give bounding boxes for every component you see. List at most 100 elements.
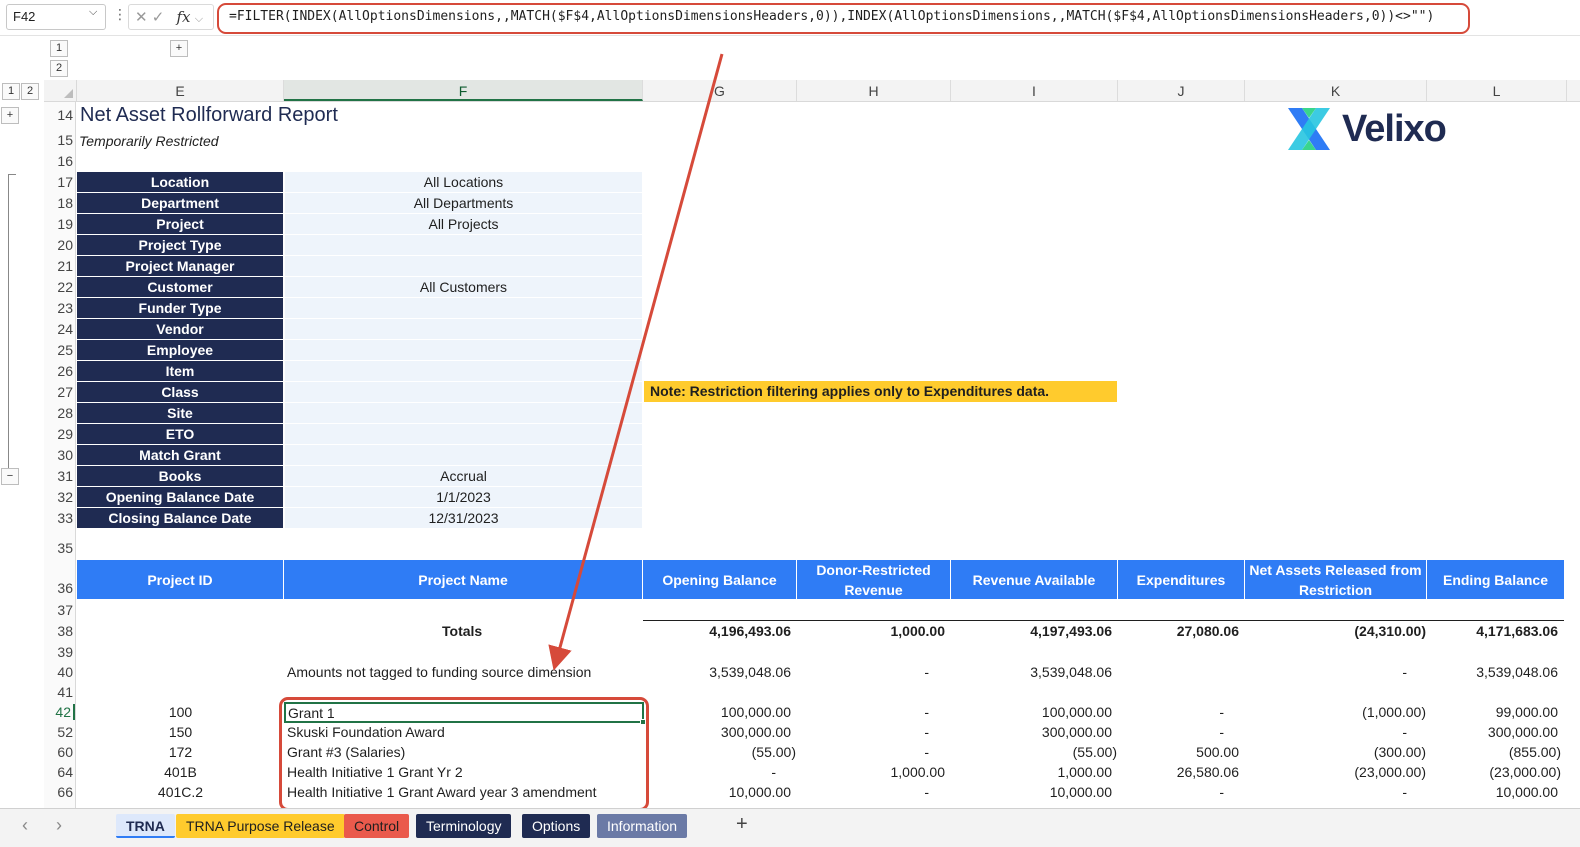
- row-header[interactable]: 41: [44, 684, 75, 700]
- project-id-cell[interactable]: 100: [77, 704, 284, 720]
- sheet-tab-trna[interactable]: TRNA: [116, 814, 175, 838]
- donor-restricted-cell[interactable]: -: [797, 784, 929, 800]
- project-id-cell[interactable]: 401B: [77, 764, 284, 780]
- row-header[interactable]: 66: [44, 784, 75, 800]
- insert-function-icon[interactable]: fx: [177, 8, 191, 26]
- ending-balance-cell[interactable]: 10,000.00: [1427, 784, 1558, 800]
- row-outline-level-2[interactable]: 2: [21, 83, 39, 100]
- row-header[interactable]: 39: [44, 644, 75, 660]
- ending-balance-cell[interactable]: (855.00): [1427, 744, 1561, 760]
- row-header[interactable]: 64: [44, 764, 75, 780]
- column-expand-button[interactable]: +: [170, 40, 188, 57]
- ending-balance-cell[interactable]: 99,000.00: [1427, 704, 1558, 720]
- project-id-cell[interactable]: 150: [77, 724, 284, 740]
- row-header[interactable]: 29: [44, 426, 75, 442]
- chevron-down-icon[interactable]: ⌵: [195, 13, 203, 25]
- opening-balance-cell[interactable]: 100,000.00: [643, 704, 791, 720]
- totals-ending-balance[interactable]: 4,171,683.06: [1427, 623, 1558, 639]
- select-all-corner[interactable]: [44, 80, 77, 102]
- row-header[interactable]: 15: [44, 132, 75, 148]
- row-header[interactable]: 32: [44, 489, 75, 505]
- totals-donor-restricted[interactable]: 1,000.00: [797, 623, 946, 639]
- expenditures-cell[interactable]: 500.00: [1118, 744, 1239, 760]
- row-header[interactable]: 25: [44, 342, 75, 358]
- row-header[interactable]: 26: [44, 363, 75, 379]
- row-header[interactable]: 33: [44, 510, 75, 526]
- sheet-tab-options[interactable]: Options: [522, 814, 591, 838]
- opening-balance-cell[interactable]: (55.00): [643, 744, 796, 760]
- totals-expenditures[interactable]: 27,080.06: [1118, 623, 1239, 639]
- project-id-cell[interactable]: 172: [77, 744, 284, 760]
- donor-restricted-cell[interactable]: -: [797, 744, 929, 760]
- row-header[interactable]: 52: [44, 724, 75, 740]
- column-header-e[interactable]: E: [77, 80, 284, 101]
- row-header[interactable]: 35: [44, 540, 75, 556]
- sheet-tab-information[interactable]: Information: [597, 814, 688, 838]
- ending-balance-cell[interactable]: (23,000.00): [1427, 764, 1561, 780]
- column-header-j[interactable]: J: [1118, 80, 1245, 101]
- donor-restricted-cell[interactable]: -: [797, 724, 929, 740]
- released-cell[interactable]: -: [1245, 784, 1407, 800]
- column-outline-level-2[interactable]: 2: [50, 60, 68, 77]
- donor-restricted-cell[interactable]: -: [797, 704, 929, 720]
- revenue-available-cell[interactable]: 1,000.00: [951, 764, 1113, 780]
- expenditures-cell[interactable]: -: [1118, 724, 1224, 740]
- row-header[interactable]: 60: [44, 744, 75, 760]
- untagged-revenue-available[interactable]: 3,539,048.06: [951, 664, 1112, 680]
- row-header[interactable]: 14: [44, 107, 75, 123]
- untagged-donor-restricted[interactable]: -: [797, 664, 929, 680]
- tab-prev-button[interactable]: ‹: [22, 815, 28, 836]
- cancel-icon[interactable]: ✕: [135, 9, 148, 26]
- row-header[interactable]: 17: [44, 174, 75, 190]
- column-outline-level-1[interactable]: 1: [50, 40, 68, 57]
- opening-balance-cell[interactable]: 300,000.00: [643, 724, 791, 740]
- row-header[interactable]: 24: [44, 321, 75, 337]
- sheet-tab-terminology[interactable]: Terminology: [416, 814, 512, 838]
- expenditures-cell[interactable]: -: [1118, 784, 1224, 800]
- row-header[interactable]: 16: [44, 153, 75, 169]
- untagged-released[interactable]: -: [1245, 664, 1407, 680]
- expenditures-cell[interactable]: 26,580.06: [1118, 764, 1239, 780]
- row-header[interactable]: 31: [44, 468, 75, 484]
- confirm-icon[interactable]: ✓: [152, 9, 165, 26]
- row-header[interactable]: 21: [44, 258, 75, 274]
- row-header[interactable]: 23: [44, 300, 75, 316]
- released-cell[interactable]: -: [1245, 724, 1407, 740]
- tab-next-button[interactable]: ›: [56, 815, 62, 836]
- row-header[interactable]: 30: [44, 447, 75, 463]
- totals-revenue-available[interactable]: 4,197,493.06: [951, 623, 1112, 639]
- opening-balance-cell[interactable]: 10,000.00: [643, 784, 791, 800]
- expenditures-cell[interactable]: -: [1118, 704, 1224, 720]
- row-expand-button[interactable]: +: [1, 107, 19, 124]
- formula-input[interactable]: =FILTER(INDEX(AllOptionsDimensions,,MATC…: [217, 3, 1470, 34]
- totals-released[interactable]: (24,310.00): [1245, 623, 1426, 639]
- row-header[interactable]: 40: [44, 664, 75, 680]
- more-options-icon[interactable]: ⋮: [113, 6, 127, 23]
- column-header-k[interactable]: K: [1245, 80, 1427, 101]
- revenue-available-cell[interactable]: 300,000.00: [951, 724, 1112, 740]
- released-cell[interactable]: (23,000.00): [1245, 764, 1426, 780]
- row-header[interactable]: 20: [44, 237, 75, 253]
- row-header[interactable]: 22: [44, 279, 75, 295]
- row-header[interactable]: 19: [44, 216, 75, 232]
- row-header[interactable]: 27: [44, 384, 75, 400]
- sheet-tab-trna-purpose-release[interactable]: TRNA Purpose Release: [176, 814, 345, 838]
- column-header-i[interactable]: I: [951, 80, 1118, 101]
- project-id-cell[interactable]: 401C.2: [77, 784, 284, 800]
- row-collapse-button[interactable]: −: [1, 468, 19, 485]
- row-header-selected[interactable]: 42: [44, 704, 75, 720]
- add-sheet-button[interactable]: +: [736, 813, 748, 836]
- revenue-available-cell[interactable]: (55.00): [951, 744, 1117, 760]
- untagged-ending-balance[interactable]: 3,539,048.06: [1427, 664, 1558, 680]
- row-outline-level-1[interactable]: 1: [2, 83, 20, 100]
- released-cell[interactable]: (1,000.00): [1245, 704, 1426, 720]
- column-header-l[interactable]: L: [1427, 80, 1567, 101]
- row-header[interactable]: 28: [44, 405, 75, 421]
- revenue-available-cell[interactable]: 10,000.00: [951, 784, 1112, 800]
- row-header[interactable]: 18: [44, 195, 75, 211]
- sheet-tab-control[interactable]: Control: [344, 814, 410, 838]
- released-cell[interactable]: (300.00): [1245, 744, 1426, 760]
- revenue-available-cell[interactable]: 100,000.00: [951, 704, 1112, 720]
- donor-restricted-cell[interactable]: 1,000.00: [797, 764, 946, 780]
- row-header[interactable]: 36: [44, 580, 75, 596]
